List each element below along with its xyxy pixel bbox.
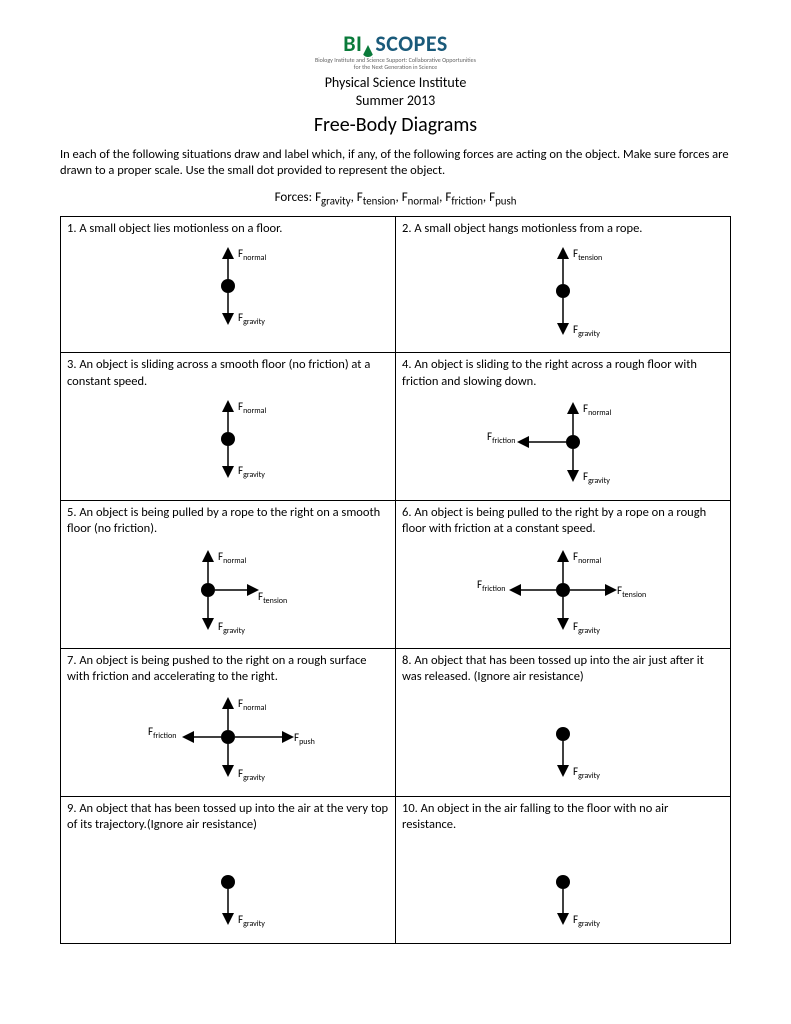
force-2: Ftension: [357, 190, 396, 205]
cell-1-text: 1. A small object lies motionless on a f…: [67, 221, 389, 237]
svg-text:Ftension: Ftension: [573, 247, 602, 263]
cell-6: 6. An object is being pulled to the righ…: [396, 501, 731, 649]
fbd-4: Fnormal Fgravity Ffriction: [463, 394, 663, 489]
svg-text:Fgravity: Fgravity: [238, 464, 265, 480]
forces-list: Forces: Fgravity, Ftension, Fnormal, Ffr…: [60, 190, 731, 208]
cell-5: 5. An object is being pulled by a rope t…: [61, 501, 396, 649]
svg-text:Fnormal: Fnormal: [573, 550, 601, 566]
cell-9-text: 9. An object that has been tossed up int…: [67, 801, 389, 834]
cell-2-text: 2. A small object hangs motionless from …: [402, 221, 724, 237]
header-line2: Summer 2013: [60, 92, 731, 110]
svg-text:Fgravity: Fgravity: [573, 913, 600, 929]
cell-6-text: 6. An object is being pulled to the righ…: [402, 505, 724, 538]
fbd-7: Fnormal Fgravity Fpush Ffriction: [98, 689, 358, 784]
logo-part-scopes: SCOPES: [375, 30, 447, 57]
cell-3: 3. An object is sliding across a smooth …: [61, 353, 396, 501]
fbd-2: Ftension Fgravity: [483, 241, 643, 341]
cell-10: 10. An object in the air falling to the …: [396, 796, 731, 944]
cell-3-text: 3. An object is sliding across a smooth …: [67, 357, 389, 390]
force-4: Ffriction: [445, 190, 483, 205]
cell-8-text: 8. An object that has been tossed up int…: [402, 653, 724, 686]
instructions: In each of the following situations draw…: [60, 147, 731, 181]
svg-text:Fgravity: Fgravity: [218, 620, 245, 636]
svg-text:Fgravity: Fgravity: [573, 620, 600, 636]
page-title: Free-Body Diagrams: [60, 113, 731, 137]
cell-5-text: 5. An object is being pulled by a rope t…: [67, 505, 389, 538]
document-page: BI SCOPES Biology Institute and Science S…: [0, 0, 791, 984]
svg-text:Fgravity: Fgravity: [573, 765, 600, 781]
fbd-3: Fnormal Fgravity: [148, 394, 308, 484]
fbd-9: Fgravity: [148, 837, 308, 932]
logo-part-bi: BI: [343, 30, 362, 57]
cell-4-text: 4. An object is sliding to the right acr…: [402, 357, 724, 390]
svg-text:Ffriction: Ffriction: [148, 725, 176, 741]
logo-area: BI SCOPES Biology Institute and Science S…: [60, 30, 731, 70]
fbd-6: Fnormal Fgravity Ftension Ffriction: [443, 542, 683, 637]
svg-text:Fnormal: Fnormal: [218, 550, 246, 566]
cell-8: 8. An object that has been tossed up int…: [396, 648, 731, 796]
svg-text:Ffriction: Ffriction: [477, 578, 505, 594]
cell-2: 2. A small object hangs motionless from …: [396, 216, 731, 353]
header-line1: Physical Science Institute: [60, 74, 731, 92]
svg-text:Fnormal: Fnormal: [238, 697, 266, 713]
cell-1: 1. A small object lies motionless on a f…: [61, 216, 396, 353]
svg-text:Fnormal: Fnormal: [238, 400, 266, 416]
svg-text:Fgravity: Fgravity: [238, 913, 265, 929]
header: Physical Science Institute Summer 2013: [60, 74, 731, 110]
cell-7-text: 7. An object is being pushed to the righ…: [67, 653, 389, 686]
svg-text:Ftension: Ftension: [617, 584, 646, 600]
svg-text:Fgravity: Fgravity: [573, 323, 600, 339]
svg-text:Ftension: Ftension: [258, 590, 287, 606]
problem-grid: 1. A small object lies motionless on a f…: [60, 216, 731, 945]
force-3: Fnormal: [402, 190, 439, 205]
fbd-10: Fgravity: [483, 837, 643, 932]
cell-7: 7. An object is being pushed to the righ…: [61, 648, 396, 796]
fbd-1: Fnormal Fgravity: [148, 241, 308, 331]
svg-text:Fgravity: Fgravity: [583, 470, 610, 486]
logo-sub-line2: for the Next Generation in Science: [60, 64, 731, 71]
fbd-5: Fnormal Fgravity Ftension: [128, 542, 328, 637]
svg-text:Fnormal: Fnormal: [238, 247, 266, 263]
logo-subtitle: Biology Institute and Science Support: C…: [60, 57, 731, 70]
svg-text:Fgravity: Fgravity: [238, 311, 265, 327]
force-1: Fgravity: [315, 190, 351, 205]
forces-prefix: Forces:: [275, 190, 315, 205]
svg-text:Ffriction: Ffriction: [487, 430, 515, 446]
svg-text:Fnormal: Fnormal: [583, 402, 611, 418]
fbd-8: Fgravity: [483, 689, 643, 784]
force-5: Fpush: [489, 190, 516, 205]
cell-4: 4. An object is sliding to the right acr…: [396, 353, 731, 501]
cell-9: 9. An object that has been tossed up int…: [61, 796, 396, 944]
svg-text:Fgravity: Fgravity: [238, 767, 265, 783]
logo: BI SCOPES: [343, 30, 448, 57]
cell-10-text: 10. An object in the air falling to the …: [402, 801, 724, 834]
svg-text:Fpush: Fpush: [294, 731, 315, 747]
